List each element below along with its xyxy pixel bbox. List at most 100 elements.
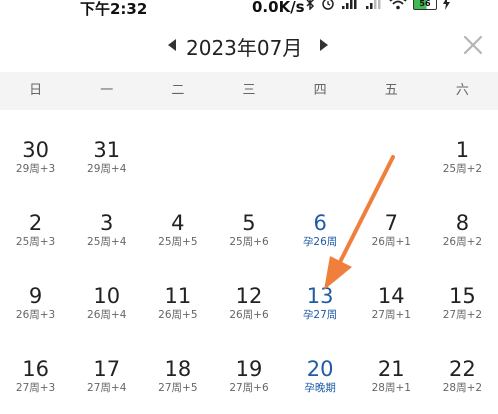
day-cell[interactable]: 12 26周+6: [213, 256, 284, 329]
signal-hd-icon: [342, 0, 357, 9]
day-gestation: 26周+4: [87, 309, 127, 321]
day-gestation: 27周+1: [371, 309, 411, 321]
day-gestation: 27周+2: [442, 309, 483, 321]
day-gestation: 25周+4: [87, 236, 127, 248]
battery-icon: 56: [413, 0, 437, 10]
day-cell[interactable]: 30 29周+3: [0, 110, 71, 183]
day-cell[interactable]: 9 26周+3: [0, 256, 71, 329]
weekday-tue: 二: [171, 83, 185, 98]
day-cell[interactable]: 8 26周+2: [427, 183, 498, 256]
weekday-header: 日 一 二 三 四 五 六: [0, 72, 498, 110]
day-number: 22: [449, 357, 476, 381]
day-gestation: 27周+5: [158, 382, 198, 394]
day-number: 9: [28, 284, 43, 308]
day-number: 12: [235, 284, 263, 308]
day-number: 7: [384, 211, 398, 235]
status-icons: 56: [306, 0, 450, 10]
day-gestation: 27周+6: [229, 382, 269, 394]
day-cell[interactable]: 17 27周+4: [71, 329, 142, 402]
day-cell[interactable]: 11 26周+5: [142, 256, 213, 329]
charging-icon: [443, 0, 450, 10]
day-cell[interactable]: 21 28周+1: [356, 329, 427, 402]
day-number: 30: [22, 138, 49, 162]
day-gestation: 25周+2: [442, 163, 483, 175]
week-row: 9 26周+3 10 26周+4 11 26周+5 12 26周+6 13 孕27周 14…: [0, 256, 498, 329]
day-number: 4: [171, 211, 185, 235]
day-number: 20: [306, 357, 334, 381]
day-cell[interactable]: 22 28周+2: [427, 329, 498, 402]
day-number: 2: [28, 211, 43, 235]
battery-level: 56: [419, 0, 431, 8]
network-speed: 0.0K/s: [252, 0, 305, 16]
day-cell[interactable]: 16 27周+3: [0, 329, 71, 402]
day-gestation: 25周+6: [229, 236, 269, 248]
weekday-sun: 日: [29, 83, 43, 98]
signal-hd-icon-2: [366, 0, 381, 9]
day-cell-empty: [285, 110, 356, 183]
day-number: 17: [93, 357, 121, 381]
weekday-thu: 四: [313, 83, 327, 98]
day-gestation: 孕26周: [302, 236, 338, 248]
day-number: 10: [93, 284, 121, 308]
prev-month-icon[interactable]: [168, 39, 176, 51]
day-number: 8: [455, 211, 470, 235]
weekday-fri: 五: [384, 83, 398, 98]
week-row: 16 27周+3 17 27周+4 18 27周+5 19 27周+6 20 孕晚期 21…: [0, 329, 498, 402]
day-gestation: 29周+3: [15, 163, 56, 175]
day-number: 6: [313, 211, 327, 235]
day-gestation: 26周+5: [158, 309, 198, 321]
day-number: 11: [164, 284, 192, 308]
alarm-icon: [322, 0, 334, 10]
bluetooth-icon: [306, 0, 315, 10]
day-cell[interactable]: 14 27周+1: [356, 256, 427, 329]
day-gestation: 26周+6: [229, 309, 269, 321]
day-cell[interactable]: 31 29周+4: [71, 110, 142, 183]
day-cell[interactable]: 4 25周+5: [142, 183, 213, 256]
day-gestation: 25周+5: [158, 236, 198, 248]
day-cell-empty: [142, 110, 213, 183]
day-cell-empty: [213, 110, 284, 183]
status-bar: 下午2:32 0.0K/s 56: [0, 0, 498, 18]
day-cell[interactable]: 7 26周+1: [356, 183, 427, 256]
day-gestation: 孕27周: [302, 309, 338, 321]
day-cell[interactable]: 15 27周+2: [427, 256, 498, 329]
day-gestation: 28周+2: [442, 382, 483, 394]
calendar-grid: 30 29周+3 31 29周+4 1 25周+2 2 25周+3 3 25周+4 4 25…: [0, 110, 498, 414]
day-number: 15: [449, 284, 476, 308]
month-title: 2023年07月: [186, 36, 303, 60]
day-number: 14: [377, 284, 405, 308]
calendar-screen: 下午2:32 0.0K/s 56 2023年07月 日 一 二 三 四 五 六 …: [0, 0, 498, 414]
week-row: 2 25周+3 3 25周+4 4 25周+5 5 25周+6 6 孕26周 7 26周+1…: [0, 183, 498, 256]
month-header: 2023年07月: [0, 30, 498, 64]
weekday-wed: 三: [242, 83, 256, 98]
day-number: 21: [377, 357, 405, 381]
weekday-mon: 一: [100, 83, 114, 98]
day-cell[interactable]: 5 25周+6: [213, 183, 284, 256]
day-cell-empty: [356, 110, 427, 183]
day-cell-milestone[interactable]: 13 孕27周: [285, 256, 356, 329]
day-cell[interactable]: 2 25周+3: [0, 183, 71, 256]
day-cell[interactable]: 1 25周+2: [427, 110, 498, 183]
wifi-icon: [389, 0, 407, 10]
day-number: 3: [100, 211, 114, 235]
week-row: 30 29周+3 31 29周+4 1 25周+2: [0, 110, 498, 183]
day-cell[interactable]: 10 26周+4: [71, 256, 142, 329]
day-gestation: 29周+4: [87, 163, 127, 175]
day-cell[interactable]: 3 25周+4: [71, 183, 142, 256]
day-gestation: 26周+3: [15, 309, 56, 321]
day-cell[interactable]: 18 27周+5: [142, 329, 213, 402]
day-number: 5: [242, 211, 256, 235]
day-cell[interactable]: 19 27周+6: [213, 329, 284, 402]
next-month-icon[interactable]: [320, 39, 328, 51]
status-time: 下午2:32: [80, 0, 148, 18]
day-number: 19: [235, 357, 263, 381]
day-cell-milestone[interactable]: 6 孕26周: [285, 183, 356, 256]
day-cell-milestone[interactable]: 20 孕晚期: [285, 329, 356, 402]
day-gestation: 27周+3: [15, 382, 56, 394]
day-gestation: 25周+3: [15, 236, 56, 248]
weekday-sat: 六: [455, 83, 469, 98]
day-number: 13: [306, 284, 334, 308]
day-gestation: 26周+2: [442, 236, 483, 248]
day-gestation: 孕晚期: [304, 382, 336, 394]
close-icon[interactable]: [462, 34, 484, 56]
